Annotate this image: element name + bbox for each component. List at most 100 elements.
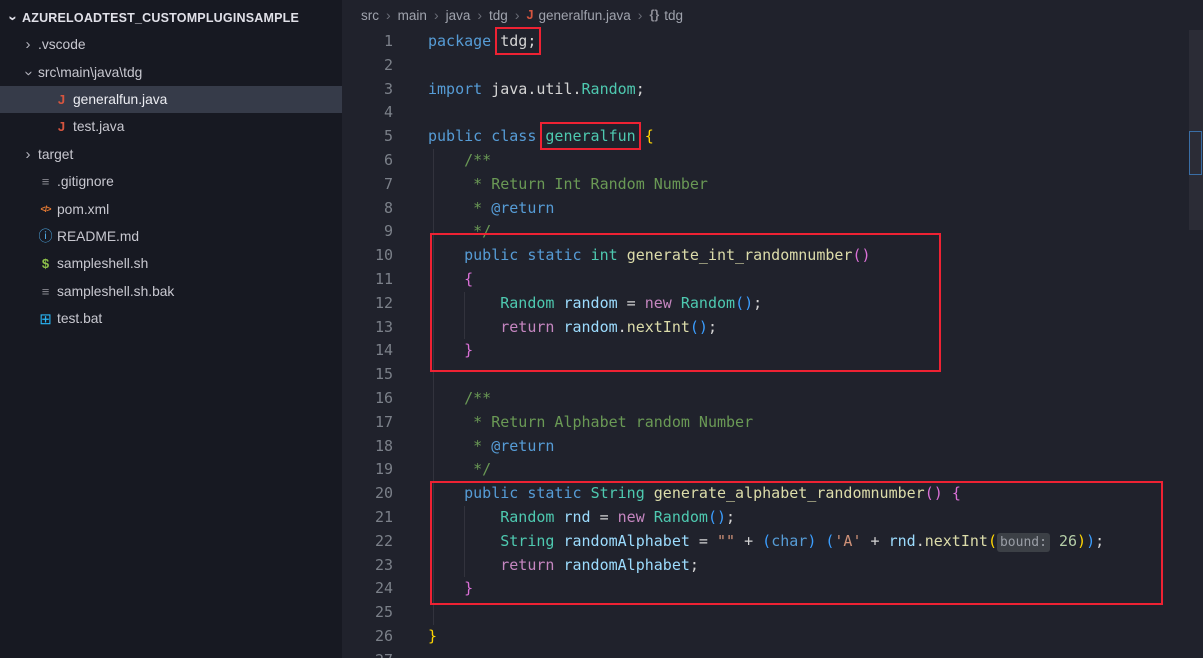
line-number[interactable]: 1 — [342, 30, 393, 54]
tree-item-sampleshell.sh[interactable]: $ sampleshell.sh — [0, 250, 342, 277]
tree-item-readme.md[interactable]: ⓘ README.md — [0, 223, 342, 250]
code-line-text: * Return Alphabet random Number — [473, 412, 754, 431]
tree-item-.vscode[interactable]: › .vscode — [0, 31, 342, 58]
code-line[interactable]: 17 * Return Alphabet random Number — [342, 411, 1203, 435]
code-line[interactable]: 26} — [342, 625, 1203, 649]
breadcrumb-separator: › — [637, 7, 643, 23]
line-number[interactable]: 26 — [342, 625, 393, 649]
tree-item-.gitignore[interactable]: ≡ .gitignore — [0, 168, 342, 195]
code-line[interactable]: 5 public class generalfun { — [342, 122, 1203, 151]
line-number[interactable]: 17 — [342, 411, 393, 435]
line-number[interactable]: 19 — [342, 458, 393, 482]
line-number[interactable]: 3 — [342, 78, 393, 102]
line-number[interactable]: 8 — [342, 197, 393, 221]
scrollbar[interactable] — [1189, 30, 1203, 230]
line-number[interactable]: 21 — [342, 506, 393, 530]
line-number[interactable]: 9 — [342, 220, 393, 244]
line-number[interactable]: 12 — [342, 292, 393, 316]
tree-item-test.java[interactable]: Jtest.java — [0, 113, 342, 140]
code-line-text: public static String generate_alphabet_r… — [464, 484, 961, 503]
shell-icon: $ — [41, 256, 50, 272]
tree-item-src-main-java-tdg[interactable]: › src\main\java\tdg — [0, 58, 342, 85]
code-line[interactable]: 22 String randomAlphabet = "" + (char) (… — [342, 530, 1203, 554]
breadcrumb-item-src[interactable]: src — [361, 8, 379, 23]
code-line[interactable]: 27 — [342, 649, 1203, 658]
tree-item-generalfun.java[interactable]: Jgeneralfun.java — [0, 85, 342, 114]
line-number[interactable]: 7 — [342, 173, 393, 197]
breadcrumb-item-java[interactable]: java — [446, 8, 471, 23]
breadcrumb-item-tdg[interactable]: {} tdg — [649, 8, 683, 23]
code-line-text: * @return — [473, 198, 555, 217]
list-icon: ≡ — [41, 174, 50, 190]
code-line-text: package tdg; — [428, 27, 542, 55]
breadcrumb-item-generalfun.java[interactable]: Jgeneralfun.java — [527, 8, 631, 23]
line-number[interactable]: 16 — [342, 387, 393, 411]
editor-pane[interactable]: src › main › java › tdg › Jgeneralfun.java › {} tdg… — [342, 0, 1203, 658]
code-line[interactable]: 1 package tdg; — [342, 27, 1203, 55]
tree-item-test.bat[interactable]: ⊞ test.bat — [0, 305, 342, 332]
code-line[interactable]: 21 Random rnd = new Random(); — [342, 506, 1203, 530]
code-line[interactable]: 23 return randomAlphabet; — [342, 554, 1203, 578]
code-line[interactable]: 9 */ — [342, 220, 1203, 244]
breadcrumb-separator: › — [514, 7, 520, 23]
code-line[interactable]: 14 } — [342, 339, 1203, 363]
code-line[interactable]: 11 { — [342, 268, 1203, 292]
line-number[interactable]: 14 — [342, 339, 393, 363]
code-line-text: return randomAlphabet; — [500, 555, 699, 574]
code-line[interactable]: 20 public static String generate_alphabe… — [342, 482, 1203, 506]
line-number[interactable]: 22 — [342, 530, 393, 554]
code-line[interactable]: 18 * @return — [342, 435, 1203, 459]
tree-item-pom.xml[interactable]: </> pom.xml — [0, 195, 342, 222]
info-icon: ⓘ — [38, 228, 53, 245]
code-line[interactable]: 19 */ — [342, 458, 1203, 482]
breadcrumb-label: src — [361, 7, 379, 23]
code-line[interactable]: 6 /** — [342, 149, 1203, 173]
code-area[interactable]: 1 package tdg; 2 3 import java.util.Random; 4… — [342, 27, 1203, 658]
line-number[interactable]: 15 — [342, 363, 393, 387]
line-number[interactable]: 27 — [342, 649, 393, 658]
code-line-text: */ — [473, 460, 492, 479]
code-line[interactable]: 7 * Return Int Random Number — [342, 173, 1203, 197]
code-line[interactable]: 12 Random random = new Random(); — [342, 292, 1203, 316]
breadcrumb-item-main[interactable]: main — [398, 8, 427, 23]
code-line[interactable]: 13 return random.nextInt(); — [342, 316, 1203, 340]
code-line[interactable]: 4 — [342, 101, 1203, 125]
code-line[interactable]: 24 } — [342, 577, 1203, 601]
line-number[interactable]: 24 — [342, 577, 393, 601]
tree-item-target[interactable]: › target — [0, 141, 342, 168]
breadcrumb-label: generalfun.java — [538, 7, 631, 23]
line-number[interactable]: 20 — [342, 482, 393, 506]
line-number[interactable]: 2 — [342, 54, 393, 78]
code-line[interactable]: 10 public static int generate_int_random… — [342, 244, 1203, 268]
java-icon: J — [526, 8, 534, 22]
line-number[interactable]: 11 — [342, 268, 393, 292]
tree-item-label: generalfun.java — [73, 91, 168, 107]
line-number[interactable]: 18 — [342, 435, 393, 459]
annotation-highlight: tdg; — [495, 27, 542, 55]
line-number[interactable]: 25 — [342, 601, 393, 625]
code-line[interactable]: 3 import java.util.Random; — [342, 78, 1203, 102]
line-number[interactable]: 10 — [342, 244, 393, 268]
code-line[interactable]: 8 * @return — [342, 197, 1203, 221]
explorer-root-folder[interactable]: › AZURELOADTEST_CUSTOMPLUGINSAMPLE — [0, 4, 342, 31]
line-number[interactable]: 23 — [342, 554, 393, 578]
line-number[interactable]: 6 — [342, 149, 393, 173]
code-line[interactable]: 25 — [342, 601, 1203, 625]
code-line-text: } — [464, 341, 474, 360]
code-line[interactable]: 15 — [342, 363, 1203, 387]
code-line-text: import java.util.Random; — [428, 79, 645, 98]
code-line-text: Random rnd = new Random(); — [500, 507, 736, 526]
line-number[interactable]: 13 — [342, 316, 393, 340]
tree-item-label: pom.xml — [57, 201, 110, 217]
code-line[interactable]: 2 — [342, 54, 1203, 78]
line-number[interactable]: 5 — [342, 125, 393, 149]
breadcrumb-item-tdg[interactable]: tdg — [489, 8, 508, 23]
tree-item-label: src\main\java\tdg — [38, 64, 143, 80]
tree-item-sampleshell.sh.bak[interactable]: ≡ sampleshell.sh.bak — [0, 278, 342, 305]
code-line-text: public static int generate_int_randomnum… — [464, 246, 871, 265]
line-number[interactable]: 4 — [342, 101, 393, 125]
code-line-text: /** — [464, 388, 492, 407]
code-line[interactable]: 16 /** — [342, 387, 1203, 411]
java-icon: J — [57, 119, 66, 135]
